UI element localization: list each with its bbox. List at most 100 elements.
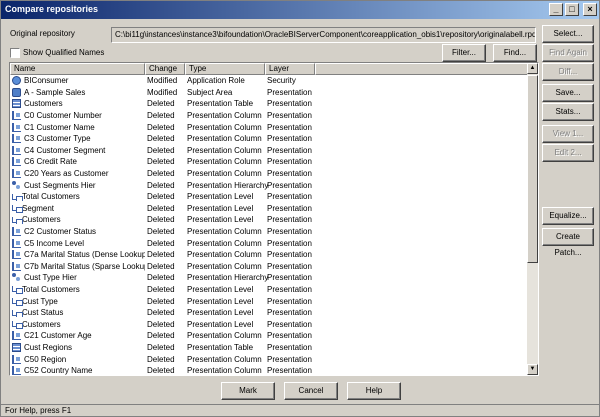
presentation-level-icon [12, 286, 23, 294]
table-row[interactable]: C21 Customer Age Deleted Presentation Colu… [10, 330, 528, 342]
cell-layer: Presentation [267, 342, 312, 352]
select-button[interactable]: Select... [542, 25, 594, 43]
column-header-filler [315, 63, 528, 75]
cell-name: Customers [10, 99, 145, 109]
cell-layer: Presentation [267, 308, 312, 318]
cell-layer: Presentation [267, 134, 312, 144]
table-row[interactable]: C50 Region Deleted Presentation Column Pres… [10, 353, 528, 365]
table-row[interactable]: C20 Years as Customer Deleted Presentation… [10, 168, 528, 180]
cell-layer: Presentation [267, 354, 312, 364]
cancel-button[interactable]: Cancel [284, 382, 338, 400]
scroll-thumb[interactable] [527, 75, 538, 263]
table-row[interactable]: A - Sample Sales Modified Subject Area Pres… [10, 87, 528, 99]
column-header-type[interactable]: Type [185, 63, 265, 75]
show-qualified-names-checkbox[interactable] [10, 48, 20, 58]
cell-type: Presentation Table [187, 342, 254, 352]
cell-name: Cust Regions [10, 342, 145, 352]
cell-name: C2 Customer Status [10, 227, 145, 237]
minimize-icon[interactable]: _ [549, 3, 563, 16]
cell-type: Presentation Table [187, 99, 254, 109]
row-name: Customers [24, 99, 63, 109]
cell-type: Presentation Column [187, 157, 262, 167]
cell-name: A - Sample Sales [10, 87, 145, 97]
presentation-level-icon [12, 205, 23, 213]
edit-2-button[interactable]: Edit 2... [542, 144, 594, 162]
create-patch-button[interactable]: Create Patch... [542, 228, 594, 257]
cell-type: Presentation Column [187, 134, 262, 144]
diff-button[interactable]: Diff... [542, 63, 594, 81]
row-name: C5 Income Level [24, 238, 85, 248]
table-row[interactable]: C0 Customer Number Deleted Presentation Co… [10, 110, 528, 122]
table-row[interactable]: C52 Country Name Deleted Presentation Colu… [10, 365, 528, 376]
table-row[interactable]: Customers Deleted Presentation Level Presen… [10, 318, 528, 330]
presentation-column-icon [12, 261, 21, 271]
table-row[interactable]: Customers Deleted Presentation Level Presen… [10, 214, 528, 226]
presentation-column-icon [12, 169, 21, 179]
table-row[interactable]: C7b Marital Status (Sparse Lookup) Delete… [10, 261, 528, 273]
view-1-button[interactable]: View 1... [542, 125, 594, 143]
column-header-change[interactable]: Change [145, 63, 185, 75]
table-row[interactable]: BIConsumer Modified Application Role Securi… [10, 75, 528, 87]
table-row[interactable]: C2 Customer Status Deleted Presentation Co… [10, 226, 528, 238]
table-row[interactable]: C6 Credit Rate Deleted Presentation Column… [10, 156, 528, 168]
table-row[interactable]: Segment Deleted Presentation Level Presenta… [10, 203, 528, 215]
table-row[interactable]: C5 Income Level Deleted Presentation Colum… [10, 237, 528, 249]
cell-type: Presentation Hierarchy [187, 273, 269, 283]
close-icon[interactable]: × [583, 3, 597, 16]
table-row[interactable]: Customers Deleted Presentation Table Presen… [10, 98, 528, 110]
table-row[interactable]: Cust Status Deleted Presentation Level Pres… [10, 307, 528, 319]
cell-layer: Presentation [267, 111, 312, 121]
row-name: C7b Marital Status (Sparse Lookup) [24, 261, 145, 271]
save-button[interactable]: Save... [542, 84, 594, 102]
row-name: Customers [22, 319, 61, 329]
cell-layer: Presentation [267, 366, 312, 376]
cell-layer: Presentation [267, 169, 312, 179]
cell-name: Customers [10, 215, 145, 225]
cell-layer: Presentation [267, 215, 312, 225]
cell-change: Deleted [147, 319, 175, 329]
column-header-layer[interactable]: Layer [265, 63, 315, 75]
cell-layer: Presentation [267, 145, 312, 155]
table-row[interactable]: Cust Regions Deleted Presentation Table Pre… [10, 342, 528, 354]
cell-change: Deleted [147, 145, 175, 155]
scroll-down-icon[interactable]: ▼ [527, 364, 538, 375]
cell-change: Deleted [147, 366, 175, 376]
cell-layer: Presentation [267, 180, 312, 190]
cell-change: Deleted [147, 342, 175, 352]
table-row[interactable]: C3 Customer Type Deleted Presentation Colu… [10, 133, 528, 145]
table-row[interactable]: C4 Customer Segment Deleted Presentation C… [10, 145, 528, 157]
cell-type: Presentation Column [187, 331, 262, 341]
cell-type: Presentation Level [187, 192, 254, 202]
cell-name: C52 Country Name [10, 366, 145, 375]
cell-layer: Presentation [267, 238, 312, 248]
table-row[interactable]: C1 Customer Name Deleted Presentation Colu… [10, 121, 528, 133]
maximize-icon[interactable]: □ [565, 3, 579, 16]
cell-type: Presentation Column [187, 238, 262, 248]
cell-name: Cust Status [10, 308, 145, 318]
cell-name: BIConsumer [10, 76, 145, 86]
scroll-up-icon[interactable]: ▲ [527, 63, 538, 74]
table-row[interactable]: Total Customers Deleted Presentation Level… [10, 284, 528, 296]
equalize-button[interactable]: Equalize... [542, 207, 594, 225]
column-header-name[interactable]: Name [10, 63, 145, 75]
mark-button[interactable]: Mark [221, 382, 275, 400]
stats-button[interactable]: Stats... [542, 103, 594, 121]
vertical-scrollbar[interactable]: ▲ ▼ [527, 63, 538, 375]
find-again-button[interactable]: Find Again [542, 44, 594, 62]
cell-name: Cust Type Hier [10, 273, 145, 282]
find-button[interactable]: Find... [493, 44, 537, 62]
row-name: C4 Customer Segment [24, 145, 106, 155]
cell-name: C6 Credit Rate [10, 157, 145, 167]
cell-layer: Presentation [267, 273, 312, 283]
presentation-column-icon [12, 157, 21, 167]
cell-name: C7a Marital Status (Dense Lookup) [10, 250, 145, 260]
help-button[interactable]: Help [347, 382, 401, 400]
filter-button[interactable]: Filter... [442, 44, 486, 62]
comparison-list[interactable]: Name Change Type Layer BIConsumer Modifie… [9, 62, 539, 376]
table-row[interactable]: Cust Type Hier Deleted Presentation Hierar… [10, 272, 528, 284]
table-row[interactable]: Cust Type Deleted Presentation Level Presen… [10, 295, 528, 307]
table-row[interactable]: C7a Marital Status (Dense Lookup) Deleted… [10, 249, 528, 261]
original-repository-path: C:\bi11g\instances\instance3\bifoundatio… [111, 27, 536, 43]
table-row[interactable]: Cust Segments Hier Deleted Presentation Hi… [10, 179, 528, 191]
table-row[interactable]: Total Customers Deleted Presentation Level… [10, 191, 528, 203]
